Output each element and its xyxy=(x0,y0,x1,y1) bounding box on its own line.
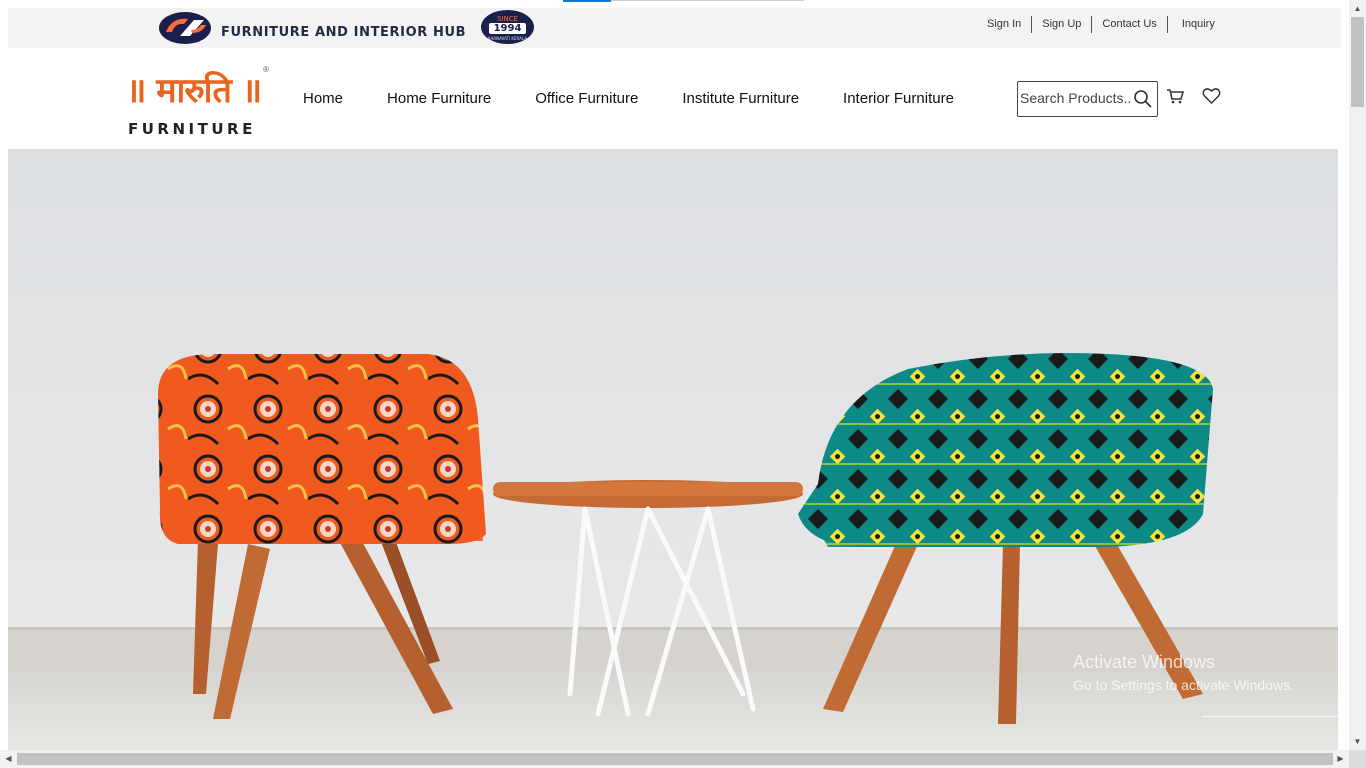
nav-home-furniture[interactable]: Home Furniture xyxy=(387,90,491,107)
since-label: SINCE xyxy=(496,15,519,23)
watermark-subtitle: Go to Settings to activate Windows. xyxy=(1073,677,1294,693)
scroll-left-arrow-icon[interactable]: ◀ xyxy=(0,750,17,768)
vertical-scroll-thumb[interactable] xyxy=(1351,17,1364,107)
top-progress-track xyxy=(611,0,804,1)
hub-logo-icon[interactable] xyxy=(158,11,213,45)
brand-furniture-text: FURNITURE xyxy=(128,120,256,138)
brand-logo[interactable]: ॥ मारुति ॥ ® FURNITURE xyxy=(126,65,276,138)
horizontal-scrollbar[interactable]: ◀ ▶ xyxy=(0,750,1349,768)
vertical-scrollbar[interactable]: ▲ ▼ xyxy=(1349,0,1366,750)
watermark-divider xyxy=(1202,716,1338,717)
since-year: 1994 xyxy=(489,23,526,34)
top-links: Sign In Sign Up Contact Us Inquiry xyxy=(977,16,1215,33)
registered-mark: ® xyxy=(263,65,269,74)
main-nav: Home Home Furniture Office Furniture Ins… xyxy=(303,90,998,107)
inquiry-link[interactable]: Inquiry xyxy=(1172,16,1215,33)
search-box xyxy=(1017,81,1158,117)
watermark-title: Activate Windows xyxy=(1073,652,1216,672)
scrollbar-corner xyxy=(1349,750,1366,768)
scroll-up-arrow-icon[interactable]: ▲ xyxy=(1349,0,1366,17)
scroll-down-arrow-icon[interactable]: ▼ xyxy=(1349,733,1366,750)
contact-us-link[interactable]: Contact Us xyxy=(1092,16,1168,33)
search-icon[interactable] xyxy=(1133,89,1153,109)
top-progress-accent xyxy=(563,0,611,2)
nav-institute-furniture[interactable]: Institute Furniture xyxy=(682,90,799,107)
sign-up-link[interactable]: Sign Up xyxy=(1032,16,1093,33)
since-tagline: KARNAVATI KERALA xyxy=(488,36,527,41)
search-input[interactable] xyxy=(1020,90,1134,106)
horizontal-scroll-thumb[interactable] xyxy=(17,753,1333,765)
since-badge: SINCE 1994 KARNAVATI KERALA xyxy=(481,10,534,44)
windows-activation-watermark: Activate Windows Go to Settings to activ… xyxy=(1073,652,1294,693)
nav-office-furniture[interactable]: Office Furniture xyxy=(535,90,638,107)
hub-title: FURNITURE AND INTERIOR HUB xyxy=(221,25,467,40)
sign-in-link[interactable]: Sign In xyxy=(977,16,1033,33)
nav-interior-furniture[interactable]: Interior Furniture xyxy=(843,90,954,107)
page: FURNITURE AND INTERIOR HUB SINCE 1994 KA… xyxy=(0,0,1349,750)
cart-icon[interactable] xyxy=(1166,87,1184,105)
heart-icon[interactable] xyxy=(1202,87,1221,105)
nav-home[interactable]: Home xyxy=(303,90,343,107)
brand-devanagari: ॥ मारुति ॥ xyxy=(126,71,262,111)
scroll-right-arrow-icon[interactable]: ▶ xyxy=(1332,750,1349,768)
